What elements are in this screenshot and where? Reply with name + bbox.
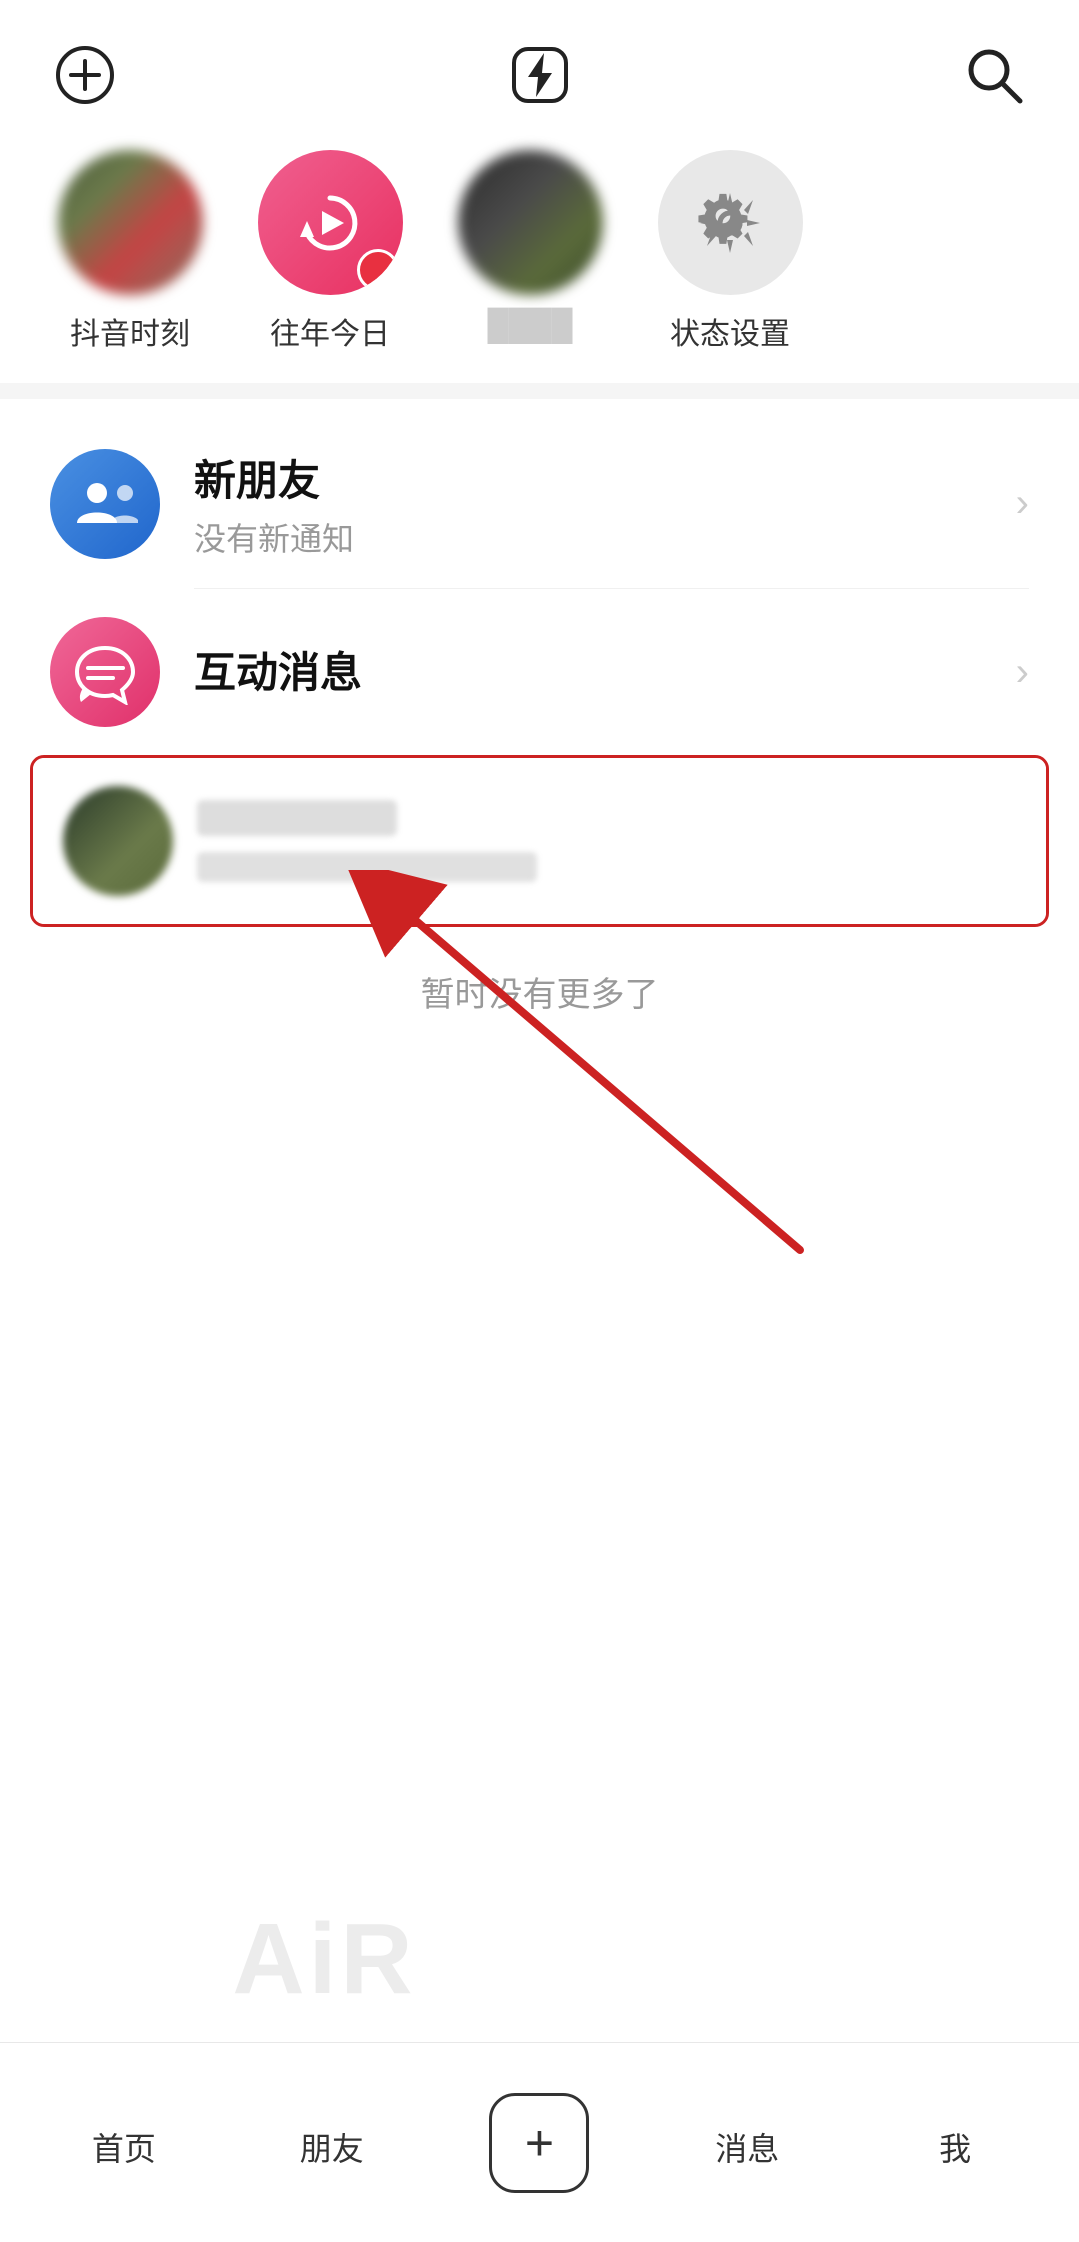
notification-dot xyxy=(369,261,397,289)
interactive-messages-icon xyxy=(50,617,160,727)
air-watermark: AiR xyxy=(212,1876,437,2042)
nav-add-icon: + xyxy=(525,2118,554,2168)
new-friends-icon xyxy=(50,449,160,559)
interactive-messages-chevron: › xyxy=(1016,650,1029,695)
no-more-text: 暂时没有更多了 xyxy=(0,927,1079,1046)
nav-friends[interactable]: 朋友 xyxy=(228,2116,436,2170)
nav-add[interactable]: + xyxy=(436,2093,644,2193)
interactive-messages-title: 互动消息 xyxy=(194,639,996,700)
chat-name-blurred xyxy=(197,800,397,836)
nav-messages-label: 消息 xyxy=(715,2124,779,2170)
new-friends-text: 新朋友 没有新通知 xyxy=(194,447,996,560)
story-item-douyin[interactable]: 抖音时刻 xyxy=(30,150,230,353)
bottom-navigation: 首页 朋友 + 消息 我 xyxy=(0,2042,1079,2242)
section-divider-1 xyxy=(0,383,1079,399)
nav-messages[interactable]: 消息 xyxy=(643,2116,851,2170)
story-avatar-anniversary xyxy=(258,150,403,295)
new-friends-item[interactable]: 新朋友 没有新通知 › xyxy=(0,419,1079,588)
nav-add-button[interactable]: + xyxy=(489,2093,589,2193)
new-friends-title: 新朋友 xyxy=(194,447,996,508)
interactive-messages-text: 互动消息 xyxy=(194,639,996,706)
chat-item[interactable] xyxy=(33,758,1046,924)
nav-me-label: 我 xyxy=(939,2124,971,2170)
add-button[interactable] xyxy=(50,40,120,110)
new-friends-subtitle: 没有新通知 xyxy=(194,514,996,560)
story-label-anniversary: 往年今日 xyxy=(270,309,390,353)
story-label-douyin: 抖音时刻 xyxy=(70,309,190,353)
search-button[interactable] xyxy=(959,40,1029,110)
story-avatar-blurred xyxy=(458,150,603,295)
nav-me[interactable]: 我 xyxy=(851,2116,1059,2170)
nav-home[interactable]: 首页 xyxy=(20,2116,228,2170)
story-label-settings: 状态设置 xyxy=(670,309,790,353)
story-item-anniversary[interactable]: 往年今日 xyxy=(230,150,430,353)
story-label-blurred: ████ xyxy=(487,309,572,343)
interactive-messages-item[interactable]: 互动消息 › xyxy=(0,589,1079,755)
new-friends-chevron: › xyxy=(1016,481,1029,526)
chat-preview-blurred xyxy=(197,852,537,882)
lightning-button[interactable] xyxy=(505,40,575,110)
story-item-blurred[interactable]: ████ xyxy=(430,150,630,343)
highlighted-chat-wrapper xyxy=(30,755,1049,927)
nav-home-label: 首页 xyxy=(92,2124,156,2170)
story-avatar-douyin xyxy=(58,150,203,295)
story-avatar-settings xyxy=(658,150,803,295)
nav-friends-label: 朋友 xyxy=(300,2124,364,2170)
chat-text xyxy=(197,800,1016,882)
header xyxy=(0,0,1079,130)
air-text: AiR xyxy=(232,1902,416,2017)
gear-svg xyxy=(695,188,765,258)
story-row: 抖音时刻 往年今日 ████ xyxy=(0,130,1079,363)
story-item-settings[interactable]: 状态设置 xyxy=(630,150,830,353)
chat-avatar xyxy=(63,786,173,896)
